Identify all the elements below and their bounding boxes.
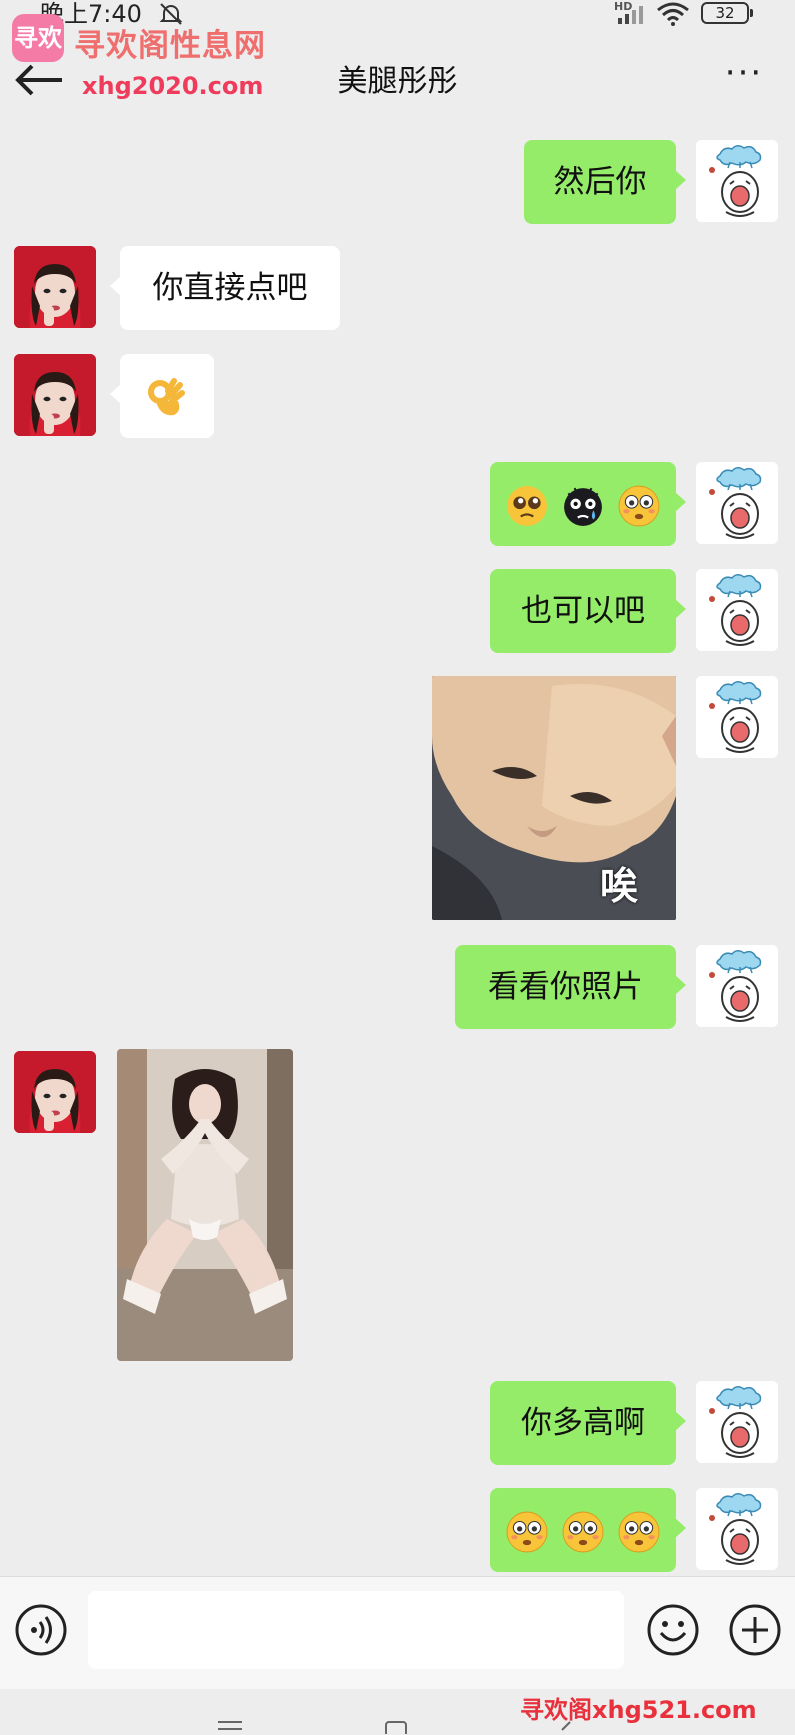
black-crying-face-emoji <box>564 487 602 526</box>
message-bubble-sent[interactable] <box>490 1488 686 1572</box>
more-options-button[interactable]: ··· <box>724 56 764 100</box>
message-text: 也可以吧 <box>521 593 645 629</box>
sad-cat-sticker[interactable]: 唉 <box>432 676 676 920</box>
watermark-brand: 寻欢阁性息网 <box>74 28 266 64</box>
my-avatar[interactable] <box>696 676 778 758</box>
flushed-face-emoji <box>562 1511 604 1552</box>
plus-icon[interactable] <box>728 1603 782 1657</box>
chat-title: 美腿彤彤 <box>337 64 458 99</box>
contact-avatar[interactable] <box>14 246 96 328</box>
contact-avatar[interactable] <box>14 354 96 436</box>
message-bubble-sent[interactable]: 也可以吧 <box>490 569 686 653</box>
pleading-face-emoji <box>507 485 548 526</box>
my-avatar[interactable] <box>696 945 778 1027</box>
emoji-icon[interactable] <box>646 1603 700 1657</box>
flushed-face-emoji <box>618 1511 660 1552</box>
ok-hand-emoji <box>148 377 185 415</box>
signal-icon <box>618 6 643 24</box>
message-bubble-sent[interactable]: 看看你照片 <box>455 945 686 1029</box>
photo-illustration <box>117 1049 293 1361</box>
home-nav-icon[interactable] <box>384 1720 408 1734</box>
message-bubble-sent[interactable]: 你多高啊 <box>490 1381 686 1465</box>
message-text: 然后你 <box>553 164 647 200</box>
message-bubble-sent[interactable] <box>490 462 686 546</box>
my-avatar[interactable] <box>696 462 778 544</box>
contact-avatar[interactable] <box>14 1051 96 1133</box>
watermark-logo: 寻欢 <box>12 14 64 62</box>
flushed-face-emoji <box>618 485 660 526</box>
flushed-face-emoji <box>506 1511 548 1552</box>
message-text: 你多高啊 <box>521 1405 645 1441</box>
battery-icon: 32 <box>701 2 753 24</box>
message-text: 你直接点吧 <box>152 270 308 306</box>
cat-illustration <box>432 676 676 920</box>
woman-photo[interactable] <box>117 1049 293 1361</box>
my-avatar[interactable] <box>696 1488 778 1570</box>
message-input[interactable] <box>88 1591 624 1669</box>
message-text: 看看你照片 <box>488 969 643 1005</box>
sticker-caption: 唉 <box>599 864 638 908</box>
my-avatar[interactable] <box>696 569 778 651</box>
message-bubble-sent[interactable]: 然后你 <box>524 140 686 224</box>
voice-icon[interactable] <box>14 1603 68 1657</box>
my-avatar[interactable] <box>696 1381 778 1463</box>
menu-nav-icon[interactable] <box>218 1720 242 1732</box>
my-avatar[interactable] <box>696 140 778 222</box>
message-bubble-received[interactable]: 你直接点吧 <box>110 246 340 330</box>
watermark-bottom: 寻欢阁xhg521.com <box>520 1696 757 1724</box>
message-bubble-received[interactable] <box>110 354 214 438</box>
wifi-icon <box>657 2 689 26</box>
